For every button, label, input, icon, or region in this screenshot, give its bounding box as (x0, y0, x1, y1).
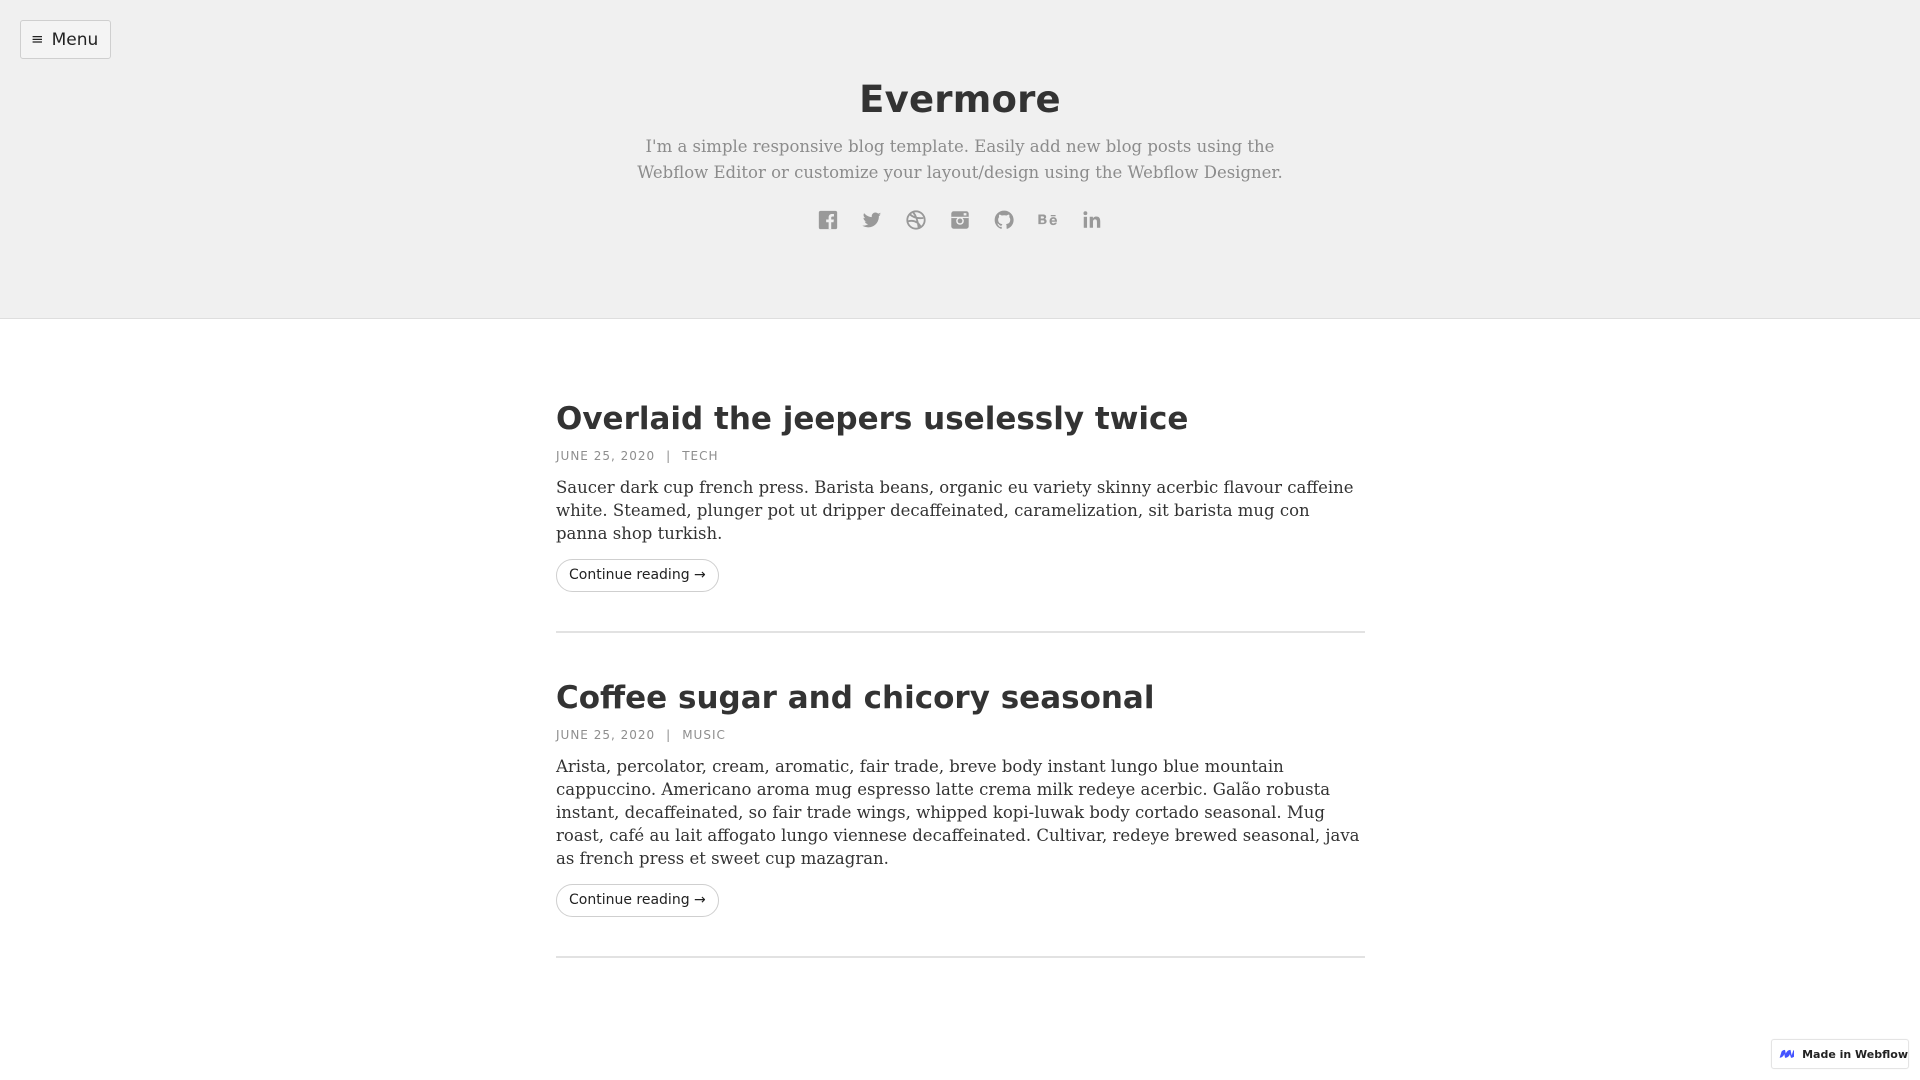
instagram-icon (951, 211, 969, 229)
post-excerpt: Arista, percolator, cream, aromatic, fai… (556, 757, 1360, 868)
dribbble-link[interactable] (904, 208, 928, 232)
menu-label: Menu (51, 29, 99, 50)
badge-label: Made in Webflow (1802, 1047, 1908, 1061)
site-header: ≡ Menu Evermore I'm a simple responsive … (0, 0, 1920, 319)
meta-separator: | (666, 449, 672, 463)
continue-reading-button[interactable]: Continue reading → (556, 559, 719, 592)
behance-icon (1038, 214, 1057, 226)
facebook-link[interactable] (816, 208, 840, 232)
post-category[interactable]: TECH (682, 449, 718, 463)
made-in-webflow-badge[interactable]: Made in Webflow (1771, 1039, 1909, 1069)
instagram-link[interactable] (948, 208, 972, 232)
twitter-link[interactable] (860, 208, 884, 232)
continue-reading-button[interactable]: Continue reading → (556, 884, 719, 917)
social-links (0, 208, 1920, 232)
post-category[interactable]: MUSIC (682, 728, 726, 742)
post-title[interactable]: Overlaid the jeepers uselessly twice (556, 395, 1365, 443)
post-excerpt: Saucer dark cup french press. Barista be… (556, 478, 1354, 543)
meta-separator: | (666, 728, 672, 742)
post-item: Overlaid the jeepers uselessly twice JUN… (556, 395, 1365, 633)
github-link[interactable] (992, 208, 1016, 232)
hamburger-icon: ≡ (31, 30, 44, 48)
behance-link[interactable] (1036, 208, 1060, 232)
site-title: Evermore (859, 78, 1061, 121)
webflow-logo-icon (1779, 1049, 1795, 1058)
linkedin-icon (1083, 211, 1101, 228)
post-date: JUNE 25, 2020 (556, 449, 656, 463)
post-list: Overlaid the jeepers uselessly twice JUN… (556, 395, 1365, 958)
twitter-icon (862, 212, 882, 228)
post-item: Coffee sugar and chicory seasonal JUNE 2… (556, 674, 1365, 958)
menu-button[interactable]: ≡ Menu (20, 20, 112, 59)
post-title[interactable]: Coffee sugar and chicory seasonal (556, 674, 1365, 722)
post-meta: JUNE 25, 2020 | TECH (556, 449, 1365, 463)
github-icon (994, 210, 1014, 229)
site-description: I'm a simple responsive blog template. E… (637, 137, 1283, 182)
dribbble-icon (906, 210, 926, 230)
linkedin-link[interactable] (1080, 208, 1104, 232)
post-date: JUNE 25, 2020 (556, 728, 656, 742)
facebook-icon (818, 210, 838, 230)
post-meta: JUNE 25, 2020 | MUSIC (556, 728, 1365, 742)
